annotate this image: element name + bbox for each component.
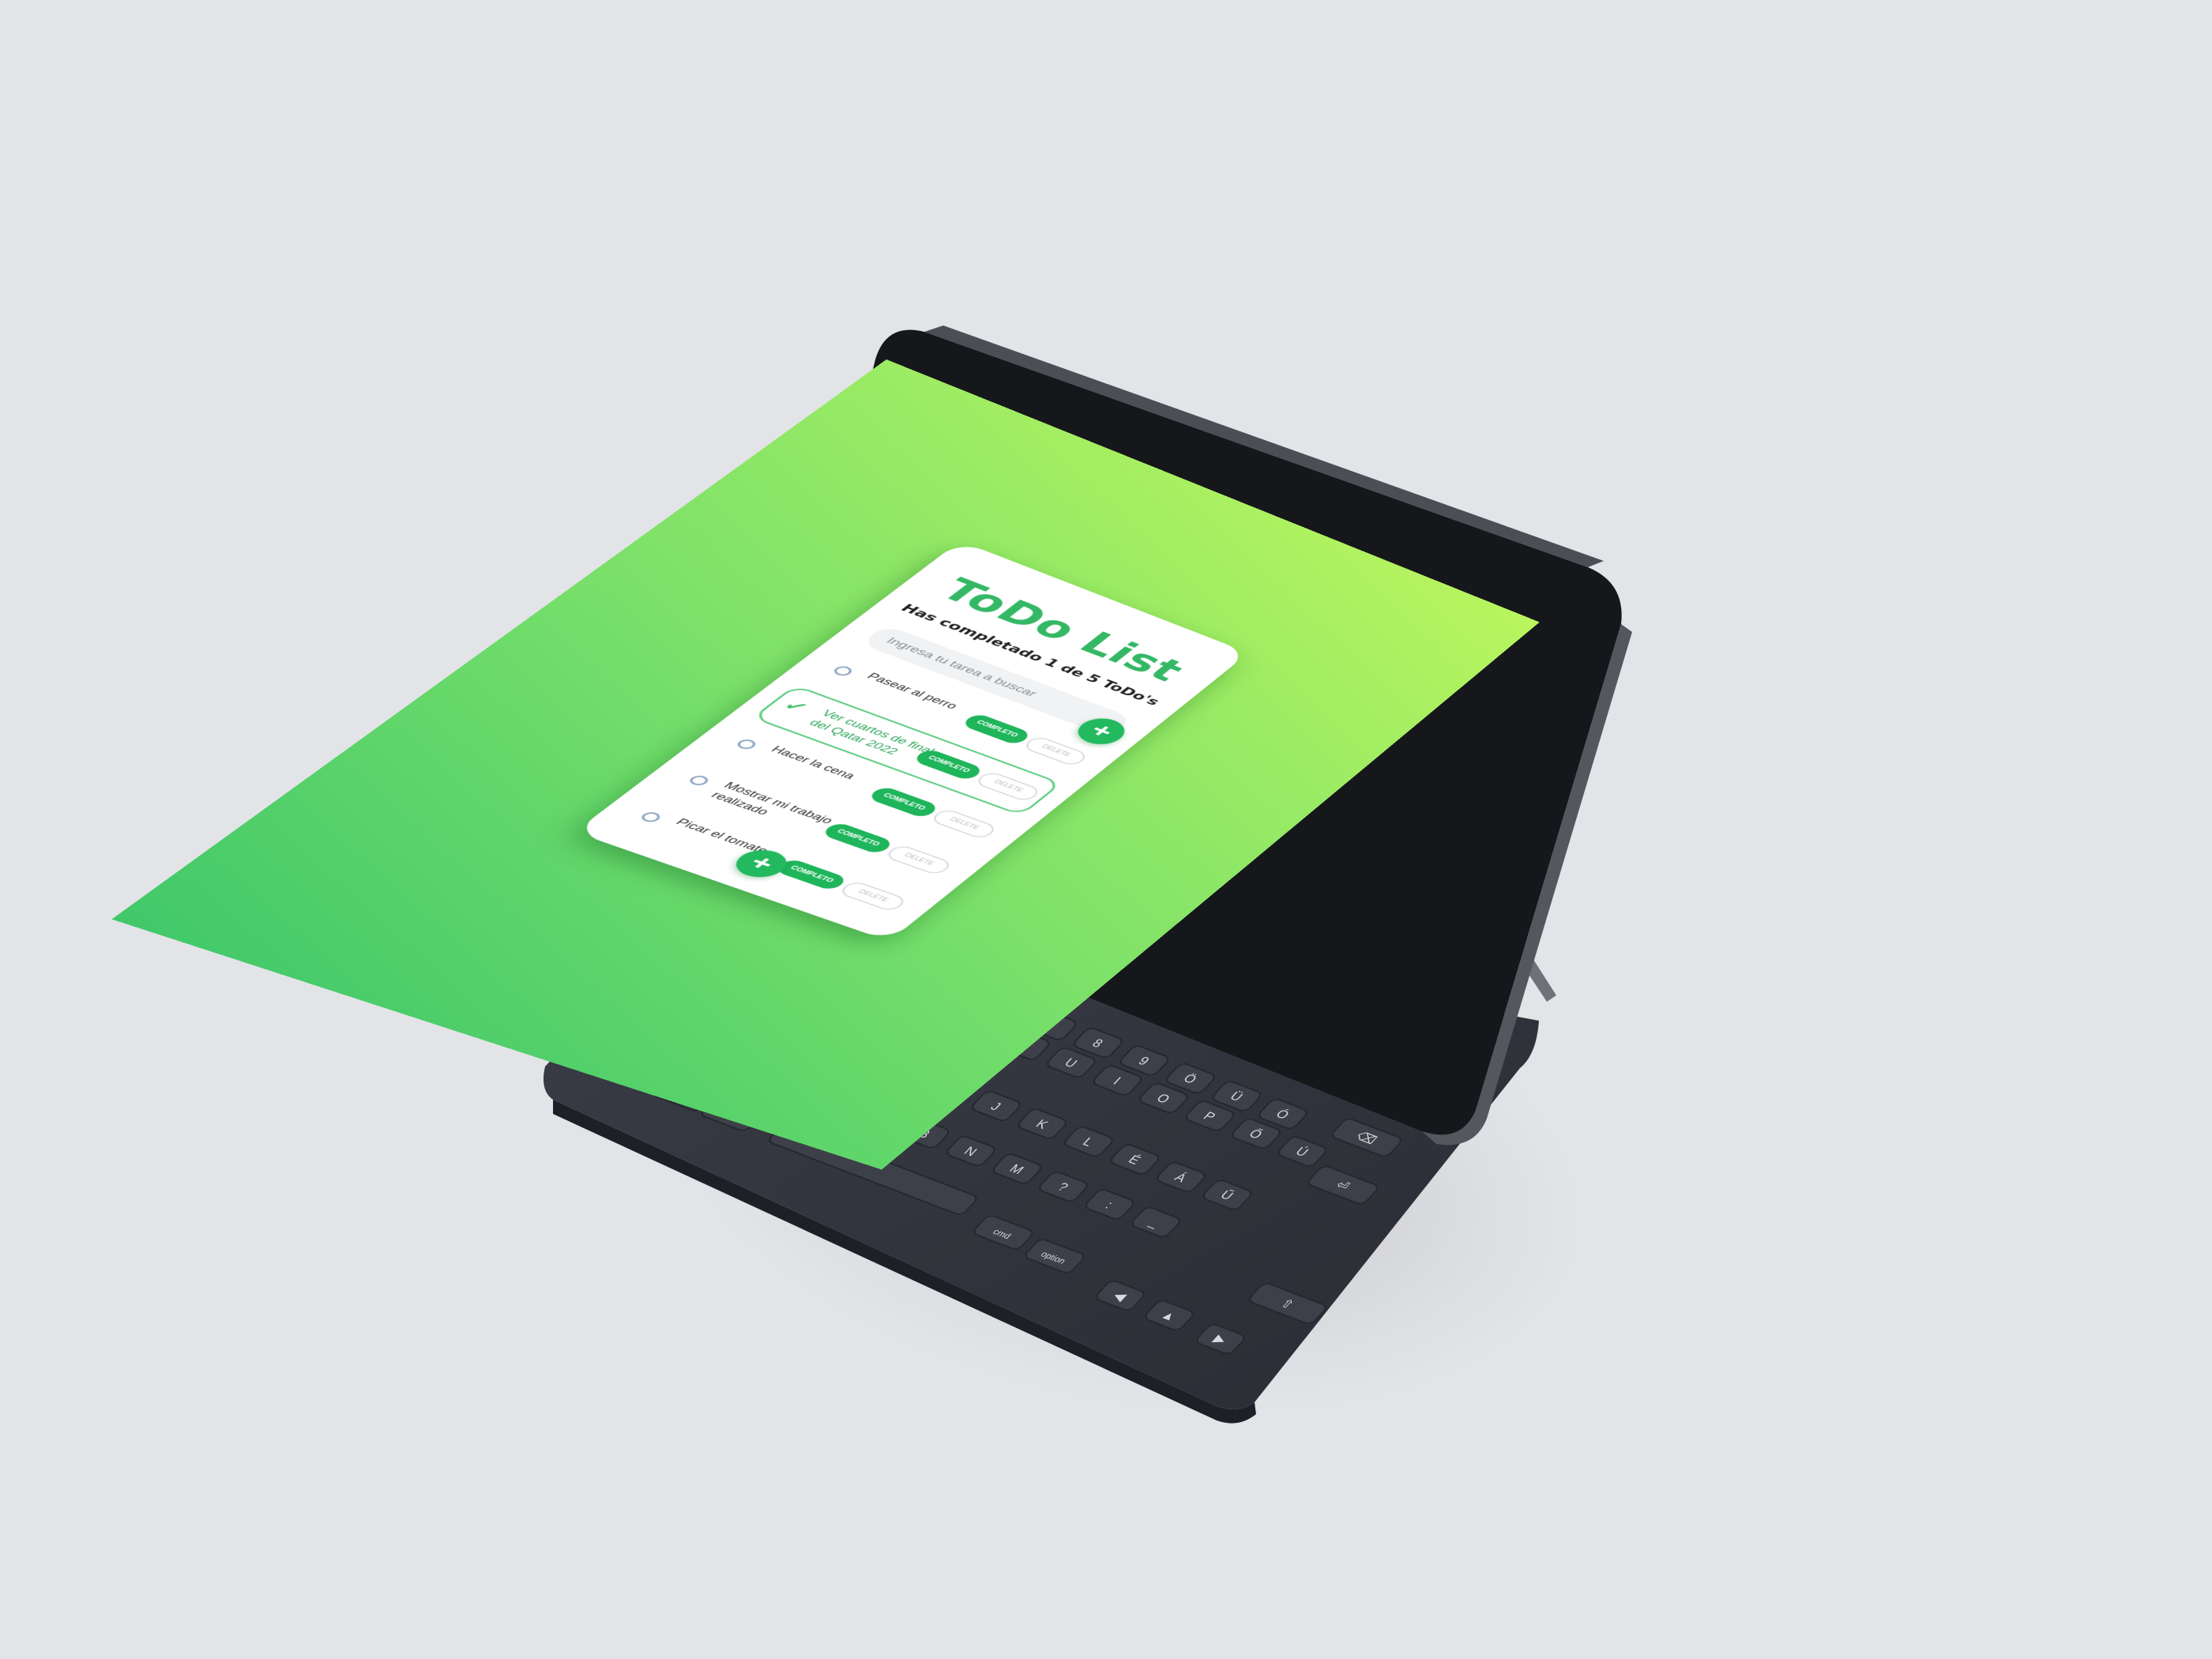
plus-icon: + — [742, 851, 782, 875]
unchecked-circle-icon[interactable] — [830, 664, 856, 678]
todo-card: ToDo List Has completado 1 de 5 ToDo's I… — [574, 540, 1249, 942]
delete-button[interactable]: DELETE — [928, 807, 999, 841]
tablet: ToDo List Has completado 1 de 5 ToDo's I… — [0, 0, 2212, 1659]
delete-button[interactable]: DELETE — [1021, 735, 1090, 768]
complete-button[interactable]: COMPLETO — [960, 712, 1033, 747]
complete-button[interactable]: COMPLETO — [866, 785, 941, 819]
delete-button[interactable]: DELETE — [972, 770, 1043, 803]
complete-button[interactable]: COMPLETO — [911, 747, 985, 782]
unchecked-circle-icon[interactable] — [734, 737, 759, 751]
complete-button[interactable]: COMPLETO — [820, 821, 895, 856]
plus-icon: + — [1083, 719, 1121, 743]
scene: °123456789ÖÜÓQWERTZUIOPŐÚASDFGHJKLÉÁŰÍYX… — [0, 0, 2212, 1659]
unchecked-circle-icon[interactable] — [686, 773, 712, 788]
delete-button[interactable]: DELETE — [882, 843, 954, 876]
unchecked-circle-icon[interactable] — [638, 810, 664, 824]
delete-button[interactable]: DELETE — [837, 879, 909, 912]
checkmark-icon[interactable]: ✓ — [778, 697, 814, 717]
